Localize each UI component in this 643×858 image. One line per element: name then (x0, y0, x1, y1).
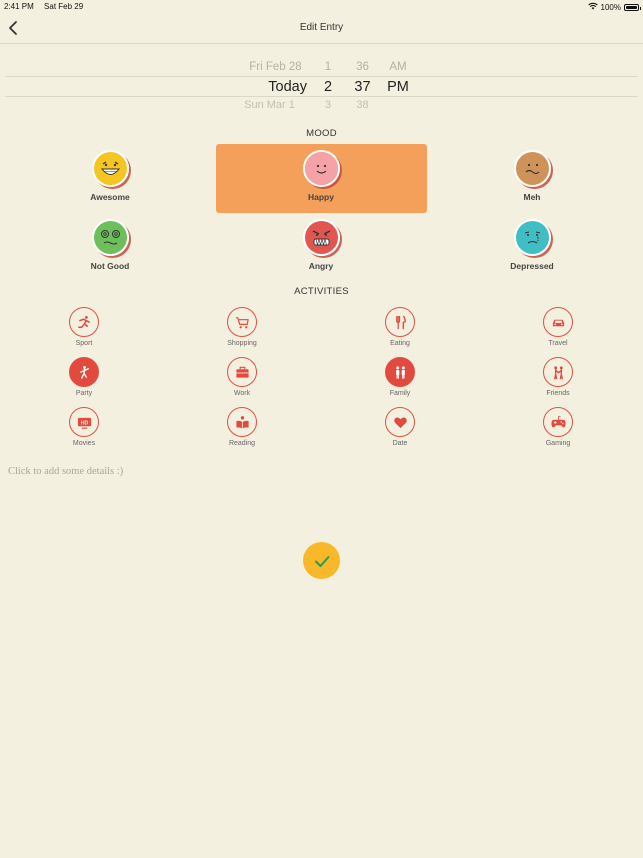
mood-label: Happy (308, 192, 334, 202)
mood-label: Angry (308, 261, 334, 271)
status-bar: 2:41 PM Sat Feb 29 100% (0, 0, 643, 13)
friends-icon (543, 357, 573, 387)
reading-icon (227, 407, 257, 437)
activity-movies[interactable]: HD Movies (49, 407, 119, 447)
activity-label: Date (392, 440, 408, 447)
mood-face-bg (304, 221, 338, 254)
car-icon (543, 307, 573, 337)
picker-minute-selected[interactable]: 37 (350, 79, 375, 95)
mood-face-bg (515, 152, 549, 185)
activity-work[interactable]: Work (207, 357, 277, 397)
not-good-face-icon (91, 219, 129, 256)
dancer-icon (69, 357, 99, 387)
activity-family[interactable]: Family (365, 357, 435, 397)
svg-text:HD: HD (80, 420, 88, 426)
briefcase-icon (227, 357, 257, 387)
navigation-bar: Edit Entry (0, 13, 643, 44)
mood-meh[interactable]: Meh (487, 150, 577, 202)
depressed-face-icon (513, 219, 551, 256)
shopping-cart-icon (227, 307, 257, 337)
meh-face-icon (513, 150, 551, 187)
activity-label: Travel (548, 340, 568, 347)
checkmark-icon (314, 555, 329, 567)
mood-face-bg (93, 221, 127, 254)
activity-reading[interactable]: Reading (207, 407, 277, 447)
date-time-picker[interactable]: Fri Feb 28 1 36 AM Today 2 37 PM Sun Mar… (5, 58, 638, 114)
picker-minute-below[interactable]: 38 (350, 99, 375, 111)
activity-travel[interactable]: Travel (523, 307, 593, 347)
activity-party[interactable]: Party (49, 357, 119, 397)
angry-face-icon (302, 219, 340, 256)
details-input[interactable]: Click to add some details :) (8, 466, 123, 477)
battery-percent: 100% (600, 2, 621, 12)
page-title: Edit Entry (299, 22, 344, 33)
mood-label: Not Good (90, 261, 130, 271)
status-time: 2:41 PM (4, 2, 34, 11)
hd-tv-icon: HD (69, 407, 99, 437)
mood-label: Awesome (90, 192, 130, 202)
activity-shopping[interactable]: Shopping (207, 307, 277, 347)
activity-label: Gaming (545, 440, 571, 447)
mood-heading: MOOD (306, 128, 337, 139)
activity-label: Friends (546, 390, 570, 397)
picker-minute-above[interactable]: 36 (350, 61, 375, 73)
picker-date-below[interactable]: Sun Mar 1 (227, 99, 312, 111)
fork-knife-icon (385, 307, 415, 337)
mood-face-bg (515, 221, 549, 254)
activity-label: Reading (228, 440, 256, 447)
activity-label: Sport (75, 340, 93, 347)
picker-ampm-above[interactable]: AM (383, 61, 413, 73)
gamepad-icon (543, 407, 573, 437)
picker-date-above[interactable]: Fri Feb 28 (233, 61, 318, 73)
activity-label: Work (233, 390, 251, 397)
activity-friends[interactable]: Friends (523, 357, 593, 397)
mood-not-good[interactable]: Not Good (65, 219, 155, 271)
activity-gaming[interactable]: Gaming (523, 407, 593, 447)
mood-label: Meh (523, 192, 541, 202)
picker-hour-below[interactable]: 3 (318, 99, 338, 111)
runner-icon (69, 307, 99, 337)
activity-label: Eating (390, 340, 410, 347)
mood-happy[interactable]: Happy (276, 150, 366, 202)
heart-icon (385, 407, 415, 437)
activity-label: Party (75, 390, 93, 397)
activity-sport[interactable]: Sport (49, 307, 119, 347)
activity-label: Movies (72, 440, 96, 447)
picker-ampm-selected[interactable]: PM (383, 79, 413, 95)
picker-hour-above[interactable]: 1 (318, 61, 338, 73)
wifi-icon (587, 2, 598, 12)
mood-depressed[interactable]: Depressed (487, 219, 577, 271)
save-button[interactable] (303, 542, 340, 579)
family-icon (385, 357, 415, 387)
activity-eating[interactable]: Eating (365, 307, 435, 347)
activity-label: Shopping (227, 340, 257, 347)
picker-date-selected[interactable]: Today (233, 79, 318, 95)
happy-face-icon (302, 150, 340, 187)
mood-label: Depressed (510, 261, 554, 271)
mood-angry[interactable]: Angry (276, 219, 366, 271)
activity-label: Family (389, 390, 411, 397)
mood-face-bg (304, 152, 338, 185)
activity-date[interactable]: Date (365, 407, 435, 447)
picker-hour-selected[interactable]: 2 (318, 79, 338, 95)
battery-icon (624, 3, 641, 11)
awesome-face-icon (91, 150, 129, 187)
activities-heading: ACTIVITIES (294, 286, 349, 297)
status-date: Sat Feb 29 (44, 2, 84, 11)
mood-awesome[interactable]: Awesome (65, 150, 155, 202)
